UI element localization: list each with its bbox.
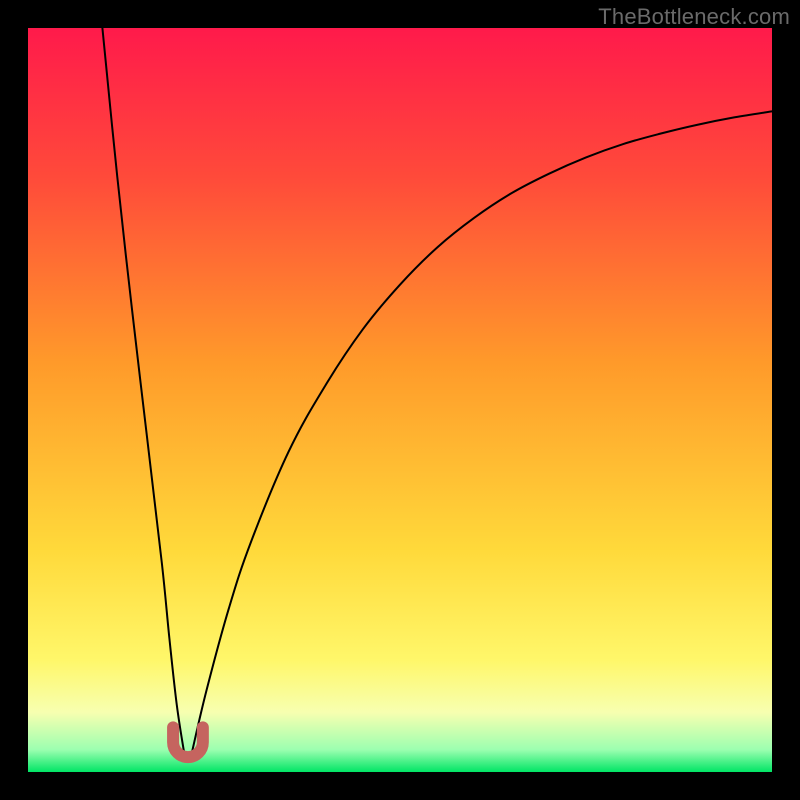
plot-area: [28, 28, 772, 772]
chart-svg: [28, 28, 772, 772]
gradient-background: [28, 28, 772, 772]
chart-outer-frame: TheBottleneck.com: [0, 0, 800, 800]
watermark-text: TheBottleneck.com: [598, 4, 790, 30]
